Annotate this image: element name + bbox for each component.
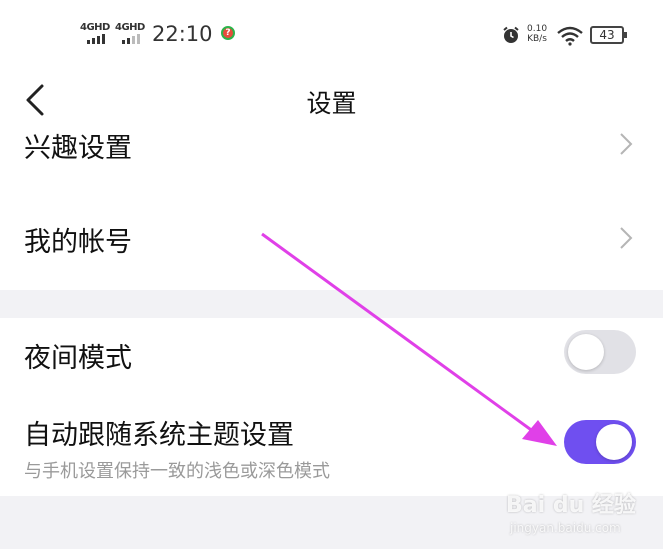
signal-strength-1-icon <box>87 34 105 44</box>
night-mode-label: 夜间模式 <box>24 343 132 374</box>
signal-label-2: 4GHD <box>115 22 145 33</box>
signal-label-1: 4GHD <box>80 22 110 33</box>
network-speed: 0.10 KB/s <box>527 24 547 44</box>
navigation-bar: 设置 <box>0 70 663 128</box>
night-mode-toggle[interactable] <box>564 330 636 374</box>
toggle-knob <box>596 424 632 460</box>
chevron-right-icon <box>620 227 633 249</box>
signal-strength-2-icon <box>122 34 140 44</box>
follow-system-theme-description: 与手机设置保持一致的浅色或深色模式 <box>24 461 330 482</box>
chevron-right-icon <box>620 133 633 155</box>
watermark-url: jingyan.baidu.com <box>510 521 621 535</box>
battery-indicator: 43 <box>590 26 627 44</box>
watermark-brand: Bai du 经验 <box>506 493 636 518</box>
network-speed-value: 0.10 <box>527 24 548 34</box>
clock: 22:10 <box>152 22 213 46</box>
baidu-watermark: Bai du 经验 jingyan.baidu.com <box>506 487 656 545</box>
app-notification-icon: ? <box>221 26 235 40</box>
network-speed-unit: KB/s <box>527 34 547 44</box>
wifi-icon <box>557 26 583 46</box>
follow-system-theme-toggle[interactable] <box>564 420 636 464</box>
page-title: 设置 <box>306 89 357 118</box>
settings-item-account[interactable]: 我的帐号 <box>0 176 663 290</box>
alarm-clock-icon <box>503 26 519 43</box>
toggle-knob <box>568 334 604 370</box>
follow-system-theme-label: 自动跟随系统主题设置 <box>24 420 294 451</box>
settings-item-interests-label: 兴趣设置 <box>24 133 132 164</box>
settings-item-account-label: 我的帐号 <box>24 227 132 258</box>
status-bar: 4GHD 4GHD 22:10 ? 0.10 KB/s 43 <box>0 0 663 70</box>
theme-settings-group: 夜间模式 自动跟随系统主题设置 与手机设置保持一致的浅色或深色模式 <box>0 318 663 496</box>
settings-item-interests[interactable]: 兴趣设置 <box>0 128 663 176</box>
